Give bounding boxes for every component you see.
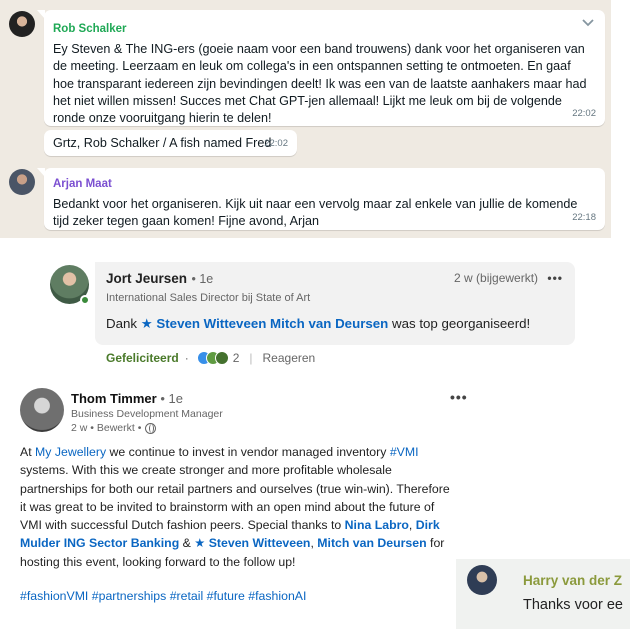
avatar[interactable]	[20, 388, 64, 432]
commenter-name[interactable]: Jort Jeursen	[106, 271, 187, 286]
punctuation: ,	[408, 518, 413, 533]
comment-text-prefix: Dank	[106, 316, 138, 331]
avatar[interactable]	[9, 11, 35, 37]
mention-link[interactable]: Nina Labro	[345, 518, 409, 532]
post-text-part: At	[20, 445, 32, 459]
message-time: 22:02	[572, 107, 596, 119]
mention-link[interactable]: Steven Witteveen	[209, 536, 311, 550]
connection-degree: • 1e	[160, 391, 183, 406]
sender-name: Harry van der Z	[523, 573, 623, 588]
globe-icon	[145, 422, 157, 434]
post-time-text: 2 w • Bewerkt •	[71, 422, 142, 434]
message-text: Bedankt voor het organiseren. Kijk uit n…	[53, 197, 578, 229]
mention-link[interactable]: ING Sector Banking	[64, 536, 179, 550]
mention-link[interactable]: Steven Witteveen Mitch van Deursen	[156, 316, 388, 331]
chat-message: Grtz, Rob Schalker / A fish named Fred 2…	[44, 130, 297, 156]
whatsapp-chat-panel: Rob Schalker Ey Steven & The ING-ers (go…	[0, 0, 611, 238]
comment-actions: Gefeliciteerd · 2 | Reageren	[106, 351, 315, 365]
message-time: 22:18	[572, 211, 596, 223]
reply-button[interactable]: Reageren	[263, 351, 316, 365]
author-name-text[interactable]: Thom Timmer	[71, 391, 157, 406]
company-mention-link[interactable]: My Jewellery	[35, 445, 106, 459]
message-sender: Arjan Maat	[53, 178, 112, 190]
chat-snippet: Harry van der Z Thanks voor ee	[456, 559, 630, 629]
comment-text: Dank ★ Steven Witteveen Mitch van Deurse…	[106, 316, 564, 332]
online-status-icon	[80, 295, 90, 305]
connection-degree: • 1e	[191, 272, 214, 286]
author-title: Business Development Manager	[71, 408, 223, 420]
post-text-part: we continue to invest in vendor managed …	[109, 445, 387, 459]
message-text: Grtz, Rob Schalker / A fish named Fred	[53, 136, 272, 150]
ampersand: &	[182, 536, 191, 551]
avatar[interactable]	[9, 169, 35, 195]
reaction-count[interactable]: 2	[233, 351, 240, 365]
chat-message: Arjan Maat Bedankt voor het organiseren.…	[37, 168, 605, 230]
chat-message: Rob Schalker Ey Steven & The ING-ers (go…	[37, 10, 605, 126]
message-text: Thanks voor ee	[523, 597, 623, 613]
star-icon: ★	[194, 536, 206, 551]
hashtag-link[interactable]: #VMI	[390, 445, 419, 459]
divider: |	[249, 351, 253, 365]
more-options-icon[interactable]: •••	[547, 271, 563, 285]
message-time: 22:02	[264, 137, 288, 149]
chevron-down-icon[interactable]	[581, 16, 595, 30]
comment-meta: 2 w (bijgewerkt) •••	[454, 271, 563, 285]
comment-time: 2 w (bijgewerkt)	[454, 271, 539, 285]
avatar[interactable]	[467, 565, 497, 595]
hashtags[interactable]: #fashionVMI #partnerships #retail #futur…	[20, 589, 306, 603]
punctuation: ,	[310, 536, 314, 551]
message-text: Ey Steven & The ING-ers (goeie naam voor…	[53, 42, 587, 126]
dot-separator: ·	[184, 351, 189, 365]
more-options-icon[interactable]: •••	[450, 389, 468, 405]
comment-text-suffix: was top georganiseerd!	[391, 316, 531, 331]
mention-link[interactable]: Mitch van Deursen	[317, 536, 426, 550]
author-name[interactable]: Thom Timmer • 1e	[71, 391, 183, 406]
post-time: 2 w • Bewerkt •	[71, 422, 157, 434]
linkedin-comment: Jort Jeursen • 1e 2 w (bijgewerkt) ••• I…	[95, 262, 575, 345]
support-reaction-icon	[214, 351, 229, 365]
post-text: At My Jewellery we continue to invest in…	[20, 443, 450, 571]
commenter-title: International Sales Director bij State o…	[106, 292, 311, 304]
star-icon: ★	[140, 316, 153, 331]
celebrate-button[interactable]: Gefeliciteerd	[106, 351, 179, 365]
reaction-icons[interactable]	[196, 351, 229, 365]
message-sender: Rob Schalker	[53, 23, 127, 35]
